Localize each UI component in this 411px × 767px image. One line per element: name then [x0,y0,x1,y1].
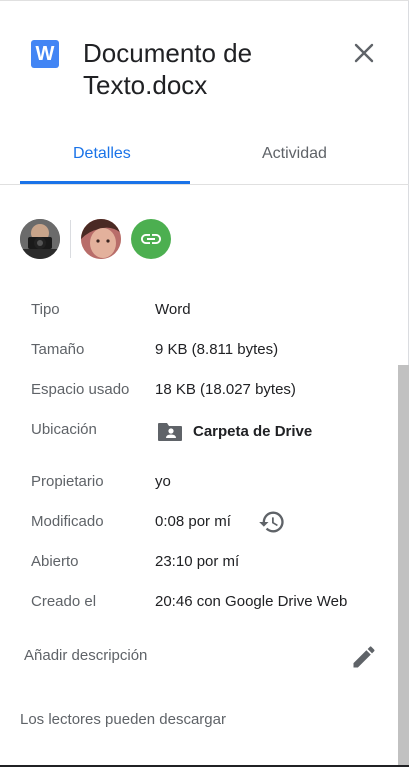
label-tamano: Tamaño [31,341,85,358]
document-title: Documento de Texto.docx [83,37,313,101]
top-border [0,0,409,1]
value-creado: 20:46 con Google Drive Web [155,593,348,610]
word-icon-letter: W [35,42,55,65]
camera-photo-avatar-image [20,219,60,259]
details-panel: W Documento de Texto.docx Detalles Activ… [0,0,409,767]
value-tipo: Word [155,301,191,318]
history-icon[interactable] [258,508,286,536]
link-sharing-button[interactable] [131,219,171,259]
tab-detalles[interactable]: Detalles [73,145,131,163]
shared-user-avatar[interactable] [81,219,121,259]
tabs-divider [0,184,409,185]
avatar-divider [70,220,71,258]
add-description-field[interactable]: Añadir descripción [24,647,147,664]
label-abierto: Abierto [31,553,79,570]
label-modificado: Modificado [31,513,104,530]
link-icon [141,234,161,244]
readers-download-setting: Los lectores pueden descargar [20,711,226,728]
value-espacio-usado: 18 KB (18.027 bytes) [155,381,296,398]
value-modificado: 0:08 por mí [155,513,231,530]
face-photo-avatar-image [81,219,121,259]
label-ubicacion: Ubicación [31,421,97,438]
title-line-2: Texto.docx [83,70,208,100]
location-folder-link[interactable]: Carpeta de Drive [193,423,312,440]
label-espacio-usado: Espacio usado [31,381,130,398]
word-doc-icon: W [31,40,59,68]
pencil-edit-icon[interactable] [350,643,378,671]
value-propietario: yo [155,473,171,490]
close-button[interactable] [349,38,379,68]
label-creado: Creado el [31,593,97,610]
owner-avatar[interactable] [20,219,60,259]
scrollbar-thumb[interactable] [398,365,409,767]
tab-actividad[interactable]: Actividad [262,145,327,163]
value-tamano: 9 KB (8.811 bytes) [155,341,279,358]
shared-folder-icon [158,423,182,441]
title-line-1: Documento de [83,38,253,68]
close-icon [354,43,374,63]
label-propietario: Propietario [31,473,104,490]
value-abierto: 23:10 por mí [155,553,240,570]
label-tipo: Tipo [31,301,60,318]
